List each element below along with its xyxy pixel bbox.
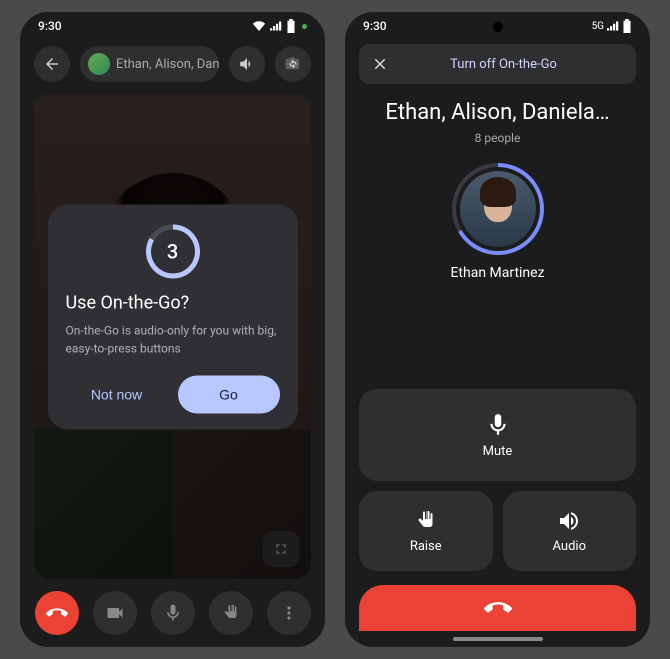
more-button[interactable] xyxy=(267,591,311,635)
back-button[interactable] xyxy=(34,46,70,82)
status-time: 9:30 xyxy=(38,19,62,33)
camera-icon xyxy=(105,603,125,623)
dot-icon xyxy=(302,24,307,29)
more-vert-icon xyxy=(279,603,299,623)
active-speaker: Ethan Martinez xyxy=(345,163,650,281)
call-controls xyxy=(20,579,325,647)
signal-icon xyxy=(270,21,282,31)
speaker-icon xyxy=(557,509,581,533)
hangup-icon xyxy=(46,602,68,624)
mic-icon xyxy=(163,603,183,623)
phone-right: 9:30 5G Turn off On-the-Go Ethan, Alison… xyxy=(345,12,650,647)
raise-hand-button[interactable] xyxy=(209,591,253,635)
raise-button[interactable]: Raise xyxy=(359,491,493,571)
close-banner-button[interactable] xyxy=(371,55,389,73)
battery-icon xyxy=(286,19,296,33)
audio-label: Audio xyxy=(553,539,586,554)
participants-label: Ethan, Alison, Dani… xyxy=(116,57,219,72)
mic-button[interactable] xyxy=(151,591,195,635)
hangup-button[interactable] xyxy=(35,591,79,635)
home-indicator[interactable] xyxy=(453,637,543,641)
on-the-go-controls: Mute Raise Audio xyxy=(345,375,650,585)
flip-camera-icon xyxy=(284,55,302,73)
dialog-title: Use On-the-Go? xyxy=(66,293,280,314)
speaker-button[interactable] xyxy=(229,46,265,82)
raise-label: Raise xyxy=(410,539,442,554)
phone-left: 9:30 Ethan, Alison, Dani… xyxy=(20,12,325,647)
participants-pill[interactable]: Ethan, Alison, Dani… xyxy=(80,46,219,82)
mute-button[interactable]: Mute xyxy=(359,389,636,481)
call-title: Ethan, Alison, Daniela… 8 people xyxy=(345,84,650,149)
hand-icon xyxy=(221,603,241,623)
video-area: 3 Use On-the-Go? On-the-Go is audio-only… xyxy=(34,94,311,579)
status-icons xyxy=(252,19,307,33)
turn-off-banner[interactable]: Turn off On-the-Go xyxy=(359,44,636,84)
hand-icon xyxy=(414,509,438,533)
banner-label: Turn off On-the-Go xyxy=(403,57,624,72)
battery-icon xyxy=(622,19,632,33)
hangup-icon xyxy=(484,594,512,622)
speaker-avatar[interactable] xyxy=(460,171,536,247)
status-icons: 5G xyxy=(592,19,632,33)
status-bar: 9:30 xyxy=(20,12,325,40)
participants-count: 8 people xyxy=(363,131,632,145)
hangup-button[interactable] xyxy=(359,585,636,631)
participants-names: Ethan, Alison, Daniela… xyxy=(363,100,632,125)
avatar xyxy=(88,53,110,75)
countdown-value: 3 xyxy=(167,240,178,264)
close-icon xyxy=(371,55,389,73)
on-the-go-dialog: 3 Use On-the-Go? On-the-Go is audio-only… xyxy=(48,205,298,430)
speaker-name: Ethan Martinez xyxy=(450,265,544,281)
mute-label: Mute xyxy=(483,444,513,459)
status-time: 9:30 xyxy=(363,19,387,33)
mic-icon xyxy=(485,412,511,438)
network-label: 5G xyxy=(592,21,604,32)
dialog-description: On-the-Go is audio-only for you with big… xyxy=(66,322,280,358)
countdown-ring: 3 xyxy=(146,225,200,279)
speaker-ring xyxy=(452,163,544,255)
switch-camera-button[interactable] xyxy=(275,46,311,82)
go-button[interactable]: Go xyxy=(178,376,280,414)
audio-button[interactable]: Audio xyxy=(503,491,637,571)
camera-button[interactable] xyxy=(93,591,137,635)
status-bar: 9:30 5G xyxy=(345,12,650,40)
call-header: Ethan, Alison, Dani… xyxy=(20,40,325,88)
speaker-icon xyxy=(238,55,256,73)
arrow-left-icon xyxy=(43,55,61,73)
signal-icon xyxy=(607,21,619,31)
wifi-icon xyxy=(252,21,266,31)
not-now-button[interactable]: Not now xyxy=(66,376,168,414)
